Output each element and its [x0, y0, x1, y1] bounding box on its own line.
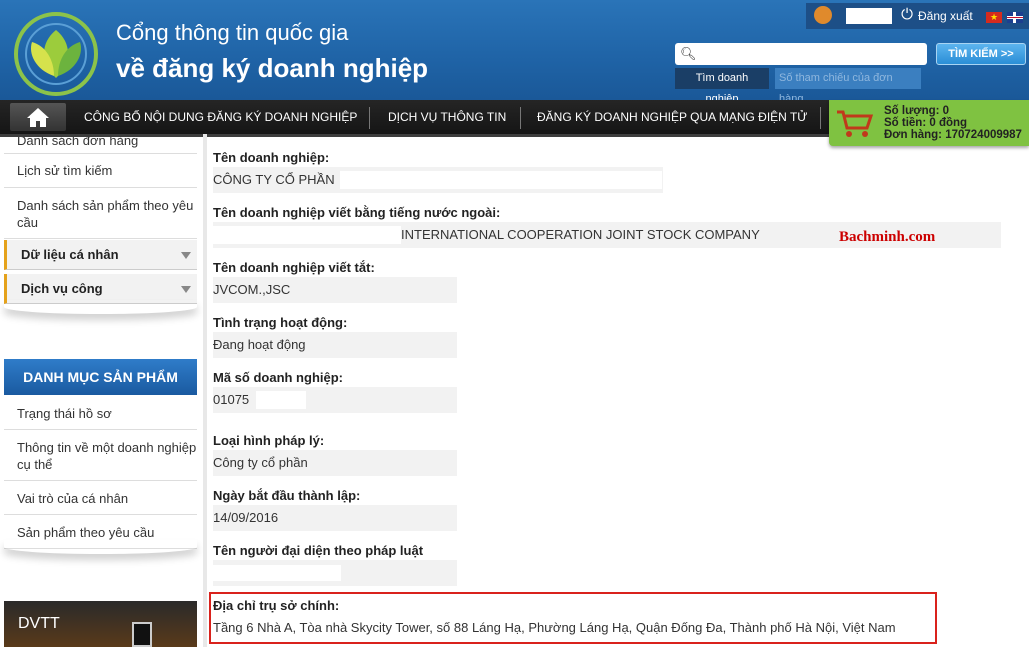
user-avatar-icon[interactable] — [814, 6, 832, 24]
user-bar: ⏻ Đăng xuất ★ — [806, 3, 1029, 29]
power-icon[interactable]: ⏻ — [898, 6, 916, 24]
home-icon — [27, 108, 49, 127]
nav-information-services[interactable]: DỊCH VỤ THÔNG TIN — [388, 100, 506, 134]
company-name-text: CÔNG TY CỔ PHẦN — [213, 172, 335, 187]
site-title-line1: Cổng thông tin quốc gia — [116, 20, 349, 45]
search-box: 🔍︎ — [675, 43, 927, 65]
sidebar-item-order-list[interactable]: Danh sách đơn hàng — [4, 137, 197, 154]
sidebar-category-label: Dịch vụ công — [21, 281, 103, 296]
sidebar-item-company-info[interactable]: Thông tin về một doanh nghiệp cụ thể — [4, 430, 197, 481]
sidebar-item-individual-role[interactable]: Vai trò của cá nhân — [4, 481, 197, 515]
product-catalog-header: DANH MỤC SẢN PHẨM — [4, 359, 197, 395]
company-name-label: Tên doanh nghiệp: — [213, 150, 330, 165]
operating-status-label: Tình trạng hoạt động: — [213, 315, 348, 330]
site-title-line2: về đăng ký doanh nghiệp — [116, 53, 429, 83]
nav-divider — [369, 107, 370, 129]
home-button[interactable] — [10, 103, 66, 131]
chevron-down-icon — [181, 286, 191, 293]
operating-status-value: Đang hoạt động — [213, 332, 457, 358]
panel-shadow — [4, 540, 197, 554]
shopping-cart-icon — [837, 110, 874, 137]
sidebar-item-application-status[interactable]: Trạng thái hồ sơ — [4, 395, 197, 430]
sidebar-item-requested-products[interactable]: Danh sách sản phẩm theo yêu cầu — [4, 188, 197, 239]
redacted-area — [256, 391, 306, 409]
panel-shadow — [4, 300, 197, 314]
founded-date-value: 14/09/2016 — [213, 505, 457, 531]
dvtt-banner[interactable]: DVTT — [4, 601, 197, 647]
portal-logo[interactable] — [10, 8, 102, 96]
redacted-area — [340, 171, 662, 189]
shopping-cart-summary[interactable]: Số lượng: 0 Số tiền: 0 đồng Đơn hàng: 17… — [829, 100, 1029, 146]
user-name-redacted — [846, 8, 892, 24]
legal-representative-label: Tên người đại diện theo pháp luật — [213, 543, 424, 558]
chevron-down-icon — [181, 252, 191, 259]
site-header: Cổng thông tin quốc gia về đăng ký doanh… — [0, 0, 1029, 105]
logout-link[interactable]: Đăng xuất — [918, 9, 973, 23]
vietnam-flag-icon[interactable]: ★ — [986, 12, 1002, 23]
foreign-name-text: INTERNATIONAL COOPERATION JOINT STOCK CO… — [401, 227, 760, 242]
redacted-area — [213, 565, 341, 581]
uk-flag-icon[interactable] — [1007, 12, 1023, 23]
legal-type-value: Công ty cổ phần — [213, 450, 457, 476]
sidebar-category-personal-data[interactable]: Dữ liệu cá nhân — [4, 240, 197, 270]
dvtt-banner-label: DVTT — [18, 615, 60, 632]
nav-business-disclosure[interactable]: CÔNG BỐ NỘI DUNG ĐĂNG KÝ DOANH NGHIỆP — [84, 100, 357, 134]
short-name-label: Tên doanh nghiệp viết tắt: — [213, 260, 375, 275]
founded-date-label: Ngày bắt đầu thành lập: — [213, 488, 361, 503]
nav-online-registration[interactable]: ĐĂNG KÝ DOANH NGHIỆP QUA MẠNG ĐIỆN TỬ — [537, 100, 808, 134]
tax-code-value: 01075 — [213, 387, 457, 413]
tax-code-label: Mã số doanh nghiệp: — [213, 370, 343, 385]
cart-order-number: Đơn hàng: 170724009987 — [884, 129, 1022, 141]
foreign-name-label: Tên doanh nghiệp viết bằng tiếng nước ng… — [213, 205, 501, 220]
banner-graphic — [132, 622, 152, 647]
tab-order-reference[interactable]: Số tham chiếu của đơn hàng — [775, 68, 921, 105]
content-divider — [203, 134, 207, 647]
redacted-area — [213, 226, 401, 244]
nav-divider — [820, 107, 821, 129]
search-button[interactable]: TÌM KIẾM >> — [936, 43, 1026, 65]
sidebar-category-label: Dữ liệu cá nhân — [21, 247, 119, 262]
tab-find-company[interactable]: Tìm doanh nghiệp — [675, 68, 769, 105]
watermark-text: Bachminh.com — [839, 229, 936, 245]
cart-quantity: Số lượng: 0 — [884, 105, 950, 117]
legal-type-label: Loại hình pháp lý: — [213, 433, 325, 448]
sidebar-item-search-history[interactable]: Lịch sử tìm kiếm — [4, 154, 197, 188]
address-highlight-box — [209, 592, 937, 644]
nav-divider — [520, 107, 521, 129]
search-input[interactable] — [697, 45, 925, 65]
cart-amount: Số tiền: 0 đồng — [884, 117, 968, 129]
short-name-value: JVCOM.,JSC — [213, 277, 457, 303]
search-icon: 🔍︎ — [680, 46, 697, 61]
